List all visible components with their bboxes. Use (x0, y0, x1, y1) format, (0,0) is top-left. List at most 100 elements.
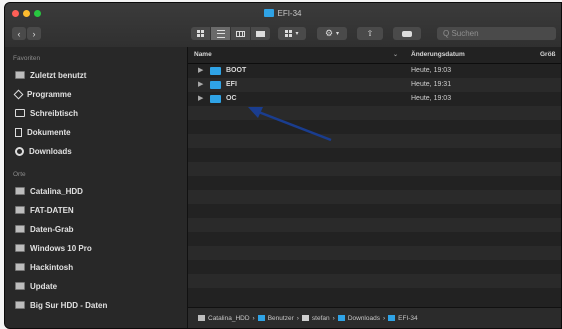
home-icon (301, 315, 309, 321)
path-item[interactable]: Catalina_HDD (208, 315, 250, 322)
empty-row (188, 162, 561, 176)
path-item[interactable]: Downloads (348, 315, 380, 322)
sidebar: Favoriten Zuletzt benutzt Programme Schr… (5, 47, 188, 328)
sidebar-item-update[interactable]: Update (15, 278, 57, 294)
chevron-down-icon: ▾ (336, 31, 340, 37)
hard-drive-icon (15, 301, 25, 309)
grid-icon (197, 30, 204, 37)
column-header: Name ⌄ Änderungsdatum Größ (188, 47, 561, 64)
path-item[interactable]: EFI-34 (398, 315, 418, 322)
column-size-header[interactable]: Größ (540, 51, 556, 58)
path-item[interactable]: stefan (312, 315, 330, 322)
icon-view-button[interactable] (191, 27, 210, 40)
sidebar-item-daten-grab[interactable]: Daten-Grab (15, 221, 74, 237)
columns-icon (236, 30, 245, 37)
path-separator-icon: › (382, 314, 386, 322)
path-separator-icon: › (332, 314, 335, 322)
column-view-button[interactable] (231, 27, 250, 40)
download-icon (15, 146, 24, 156)
sidebar-item-applications[interactable]: Programme (13, 86, 71, 102)
document-icon (15, 127, 22, 137)
folder-icon (210, 81, 221, 89)
folder-icon (210, 67, 221, 75)
hard-drive-icon (15, 187, 25, 195)
sidebar-item-windows[interactable]: Windows 10 Pro (15, 240, 92, 256)
tag-icon (402, 30, 412, 37)
group-grid-icon (285, 30, 293, 37)
column-name-header[interactable]: Name (194, 51, 212, 58)
navigation-buttons: ‹ › (12, 27, 41, 40)
finder-window: EFI-34 ‹ › ▾ ⚙ ▾ ⇧ Q Suchen Favoriten Zu… (4, 2, 562, 329)
sidebar-item-catalina[interactable]: Catalina_HDD (15, 183, 83, 199)
rows: ▶ BOOT Heute, 19:03 ▶ EFI Heute, 19:31 ▶ OC He… (188, 64, 561, 302)
hard-drive-icon (15, 244, 25, 252)
share-icon: ⇧ (366, 29, 374, 38)
empty-row (188, 190, 561, 204)
back-button[interactable]: ‹ (12, 27, 26, 40)
list-view-button[interactable] (211, 27, 230, 40)
file-list: Name ⌄ Änderungsdatum Größ ▶ BOOT Heute, 1… (188, 47, 561, 328)
empty-row (188, 218, 561, 232)
empty-row (188, 120, 561, 134)
sidebar-item-recents[interactable]: Zuletzt benutzt (15, 67, 86, 83)
hard-drive-icon (15, 263, 25, 271)
sidebar-item-desktop[interactable]: Schreibtisch (15, 105, 78, 121)
hard-drive-icon (15, 225, 25, 233)
sidebar-item-downloads[interactable]: Downloads (15, 143, 72, 159)
gear-icon: ⚙ (324, 28, 334, 38)
empty-row (188, 204, 561, 218)
column-date-header[interactable]: Änderungsdatum (411, 51, 465, 58)
folder-icon (264, 9, 275, 17)
empty-row (188, 246, 561, 260)
desktop-icon (15, 109, 25, 117)
gallery-icon (256, 30, 265, 37)
path-bar: Catalina_HDD › Benutzer › stefan › Download… (188, 307, 561, 328)
gallery-view-button[interactable] (251, 27, 270, 40)
sort-chevron-icon: ⌄ (393, 52, 399, 58)
toolbar: EFI-34 ‹ › ▾ ⚙ ▾ ⇧ Q Suchen (5, 3, 561, 48)
empty-row (188, 288, 561, 302)
table-row[interactable]: ▶ BOOT Heute, 19:03 (188, 64, 561, 78)
empty-row (188, 176, 561, 190)
search-field[interactable]: Q Suchen (437, 27, 556, 40)
disclosure-triangle-icon[interactable]: ▶ (198, 94, 203, 102)
group-button[interactable]: ▾ (278, 27, 306, 40)
empty-row (188, 260, 561, 274)
disclosure-triangle-icon[interactable]: ▶ (198, 66, 203, 74)
apps-icon (13, 89, 24, 99)
path-separator-icon: › (252, 314, 255, 322)
action-button[interactable]: ⚙ ▾ (317, 27, 347, 40)
forward-button[interactable]: › (27, 27, 41, 40)
empty-row (188, 274, 561, 288)
tags-button[interactable] (393, 27, 421, 40)
sidebar-item-fat-daten[interactable]: FAT-DATEN (15, 202, 74, 218)
folder-icon (337, 315, 345, 321)
sidebar-item-hackintosh[interactable]: Hackintosh (15, 259, 73, 275)
table-row[interactable]: ▶ OC Heute, 19:03 (188, 92, 561, 106)
view-mode-control (191, 27, 271, 40)
path-item[interactable]: Benutzer (268, 315, 294, 322)
path-separator-icon: › (296, 314, 299, 322)
table-row[interactable]: ▶ EFI Heute, 19:31 (188, 78, 561, 92)
folder-icon (210, 95, 221, 103)
disclosure-triangle-icon[interactable]: ▶ (198, 80, 203, 88)
window-title: EFI-34 (5, 9, 561, 18)
folder-icon (388, 315, 396, 321)
sidebar-header-favorites: Favoriten (13, 55, 41, 62)
search-placeholder: Q Suchen (443, 29, 479, 38)
chevron-down-icon: ▾ (295, 31, 299, 37)
hard-drive-icon (198, 315, 205, 321)
empty-row (188, 134, 561, 148)
share-button[interactable]: ⇧ (357, 27, 383, 40)
empty-row (188, 148, 561, 162)
hard-drive-icon (15, 206, 25, 214)
sidebar-header-places: Orte (13, 171, 26, 178)
empty-row (188, 106, 561, 120)
clock-icon (15, 71, 25, 79)
folder-icon (257, 315, 265, 321)
list-icon (216, 29, 225, 38)
sidebar-item-documents[interactable]: Dokumente (15, 124, 71, 140)
empty-row (188, 232, 561, 246)
sidebar-item-big-sur[interactable]: Big Sur HDD - Daten (15, 297, 107, 313)
hard-drive-icon (15, 282, 25, 290)
